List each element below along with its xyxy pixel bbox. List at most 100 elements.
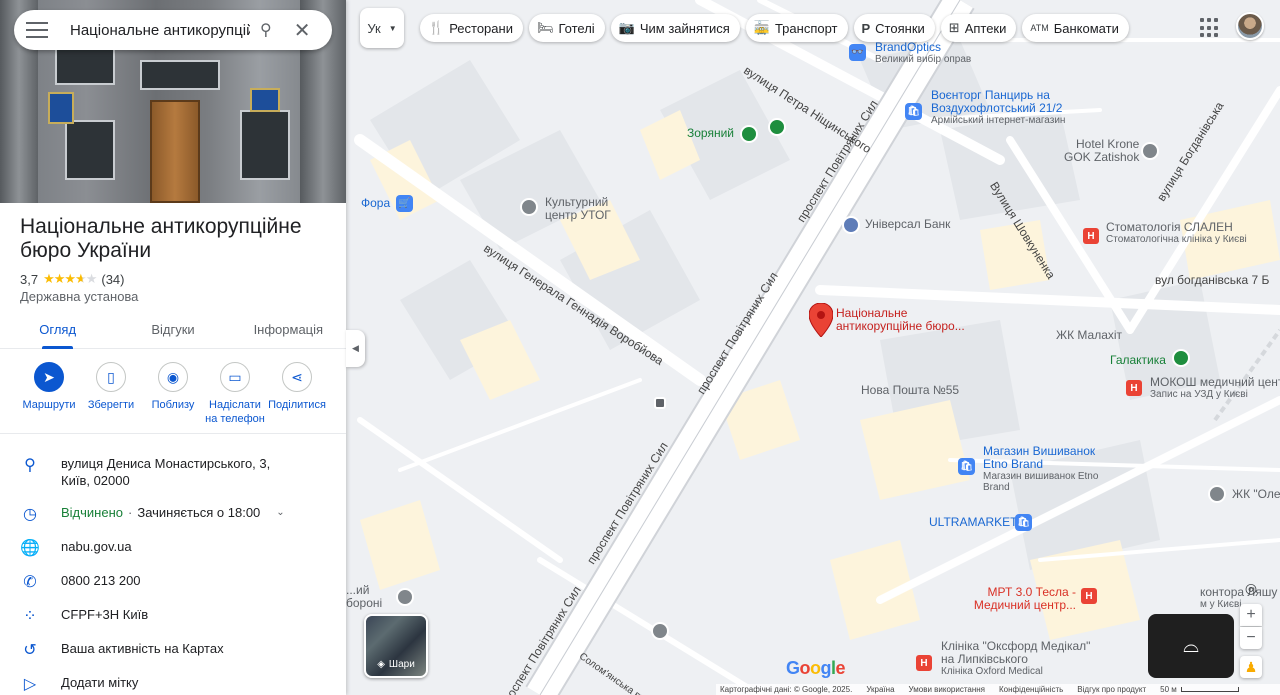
nearby-button[interactable]: ◉ Поблизу	[142, 362, 204, 426]
feedback-link[interactable]: Відгук про продукт	[1077, 685, 1146, 694]
chevron-left-icon: ◀	[352, 343, 359, 353]
menu-icon[interactable]	[26, 22, 48, 38]
google-apps-icon[interactable]	[1200, 18, 1220, 38]
poi-hotel-krone[interactable]: Hotel Krone GOK Zatishok	[1064, 138, 1139, 164]
rating-row[interactable]: 3,7 ★★★★★ (34)	[20, 271, 124, 287]
zoom-out-button[interactable]: −	[1240, 627, 1262, 649]
privacy-link[interactable]: Конфіденційність	[999, 685, 1063, 694]
hotel-pin-icon[interactable]	[1141, 142, 1159, 160]
chevron-down-icon[interactable]: ⌄	[276, 504, 284, 521]
address-row[interactable]: ⚲ вулиця Дениса Монастирського, 3, Київ,…	[20, 455, 330, 489]
chip-label: Готелі	[558, 20, 595, 36]
poi-sub: GOK Zatishok	[1064, 150, 1140, 164]
tab-reviews[interactable]: Відгуки	[115, 312, 230, 348]
account-avatar[interactable]	[1236, 12, 1264, 40]
pegman-button[interactable]: ♟	[1240, 656, 1262, 678]
park-pin-icon[interactable]	[740, 125, 758, 143]
poi-malakhit[interactable]: ЖК Малахіт	[1056, 329, 1122, 342]
poi-pin-icon[interactable]	[651, 622, 669, 640]
poi-name: МОКОШ медичний цент	[1150, 375, 1280, 389]
shop-pin-icon[interactable]: 🛍	[958, 458, 975, 475]
website-row[interactable]: 🌐 nabu.gov.ua	[20, 538, 330, 558]
poi-galaktyka[interactable]: Галактика	[1110, 354, 1166, 367]
add-label-row[interactable]: ▷ Додати мітку	[20, 674, 330, 694]
poi-slalen[interactable]: Стоматологія СЛАЛЕН Стоматологічна клінік…	[1106, 221, 1247, 246]
selected-place-label[interactable]: Національне антикорупційне бюро...	[836, 307, 965, 333]
poi-mokosh[interactable]: МОКОШ медичний цент Запис на УЗД у Києві	[1150, 375, 1280, 401]
scale-bar[interactable]: 50 м	[1160, 685, 1239, 694]
building-window	[55, 45, 115, 85]
hotel-icon: 🛏	[536, 20, 554, 35]
directions-button[interactable]: ➤ Маршрути	[18, 362, 80, 426]
language-toggle-button[interactable]: Ук ▼	[360, 8, 404, 48]
plus-code-row[interactable]: ⁘ CFPF+3H Київ	[20, 606, 330, 626]
poi-oxford[interactable]: Клініка "Оксфорд Медікал" на Липківськог…	[941, 640, 1091, 678]
medical-pin-icon[interactable]: H	[1083, 228, 1099, 244]
hours-row[interactable]: ◷ Відчинено · Зачиняється о 18:00 ⌄	[20, 504, 330, 524]
park-pin-icon[interactable]	[768, 118, 786, 136]
chip-restaurants[interactable]: 🍴 Ресторани	[420, 14, 523, 42]
terms-link[interactable]: Умови використання	[909, 685, 985, 694]
share-button[interactable]: ⋖ Поділитися	[266, 362, 328, 426]
chip-pharmacies[interactable]: ⊞ Аптеки	[940, 14, 1017, 42]
scale-bar-line	[1180, 687, 1239, 692]
building-window	[140, 60, 220, 90]
poi-ultramarket[interactable]: ULTRAMARKET	[929, 516, 1017, 529]
poi-pin-icon[interactable]	[396, 588, 414, 606]
bank-pin-icon[interactable]	[842, 216, 860, 234]
close-icon[interactable]: ✕	[294, 18, 311, 43]
poi-zoryanyi[interactable]: Зоряний	[687, 127, 734, 140]
shop-pin-icon[interactable]: 🛍	[1015, 514, 1032, 531]
medical-pin-icon[interactable]: H	[1081, 588, 1097, 604]
poi-boronyi[interactable]: ...ий боронi	[346, 584, 382, 610]
park-pin-icon[interactable]	[1172, 349, 1190, 367]
poi-utog[interactable]: Культурний центр УТОГ	[545, 196, 617, 222]
street-view-preview[interactable]: ⌓	[1148, 614, 1234, 678]
phone-row[interactable]: ✆ 0800 213 200	[20, 572, 330, 592]
chip-hotels[interactable]: 🛏 Готелі	[528, 14, 605, 42]
poi-vyshyvanky[interactable]: Магазин Вишиванок Etno Brand Магазин виши…	[983, 445, 1103, 494]
save-button[interactable]: ▯ Зберегти	[80, 362, 142, 426]
layers-button[interactable]: ◈ Шари	[364, 614, 428, 678]
poi-lyashu[interactable]: контора Ляшу м у Києві	[1200, 586, 1277, 611]
activity-row[interactable]: ↺ Ваша активність на Картах	[20, 640, 330, 660]
collapse-panel-button[interactable]: ◀	[346, 330, 365, 367]
culture-pin-icon[interactable]	[520, 198, 538, 216]
store-pin-icon[interactable]: 🛒	[396, 195, 413, 212]
poi-universal-bank[interactable]: Універсал Банк	[865, 218, 950, 231]
poi-voentorg[interactable]: Воєнторг Панцирь на Воздухофлотський 21/…	[931, 88, 1071, 127]
phone-icon: ✆	[23, 574, 37, 591]
building-pin-icon[interactable]	[1208, 485, 1226, 503]
selected-place-marker-icon[interactable]	[809, 303, 833, 337]
chip-things-to-do[interactable]: 📷 Чим зайнятися	[610, 14, 740, 42]
medical-pin-icon[interactable]: H	[1126, 380, 1142, 396]
tab-about[interactable]: Інформація	[231, 312, 346, 348]
search-icon[interactable]: ⚲	[260, 20, 272, 40]
poi-sub: Стоматологічна клініка у Києві	[1106, 234, 1247, 245]
plus-code-text: CFPF+3H Київ	[61, 607, 149, 622]
tab-overview[interactable]: Огляд	[0, 312, 115, 349]
chip-parking[interactable]: P Стоянки	[853, 14, 935, 42]
poi-zhk-olen[interactable]: ЖК "Оле	[1232, 488, 1280, 501]
poi-nova-poshta[interactable]: Нова Пошта №55	[861, 384, 959, 397]
chip-transit[interactable]: 🚋 Транспорт	[745, 14, 848, 42]
hours-close: Зачиняється о 18:00	[137, 505, 261, 520]
my-location-icon: ◎	[1244, 579, 1258, 596]
poi-name: Воєнторг Панцирь на Воздухофлотський 21/…	[931, 88, 1063, 115]
medical-pin-icon[interactable]: H	[916, 655, 932, 671]
bus-stop-icon[interactable]	[654, 397, 666, 409]
poi-fora[interactable]: Фора	[361, 197, 390, 210]
country-link[interactable]: Україна	[866, 685, 894, 694]
chip-atms[interactable]: ATM Банкомати	[1022, 14, 1129, 42]
shop-pin-icon[interactable]: 🛍	[905, 103, 922, 120]
poi-mrt[interactable]: МРТ 3.0 Тесла - Медичний центр...	[966, 586, 1076, 612]
google-logo: Google	[786, 658, 846, 678]
place-category[interactable]: Державна установа	[20, 289, 138, 304]
my-location-button[interactable]: ◎	[1240, 577, 1262, 599]
reviews-count[interactable]: (34)	[101, 272, 124, 287]
action-label: Надіслати на телефон	[205, 399, 265, 425]
send-to-phone-button[interactable]: ▭ Надіслати на телефон	[204, 362, 266, 426]
zoom-in-button[interactable]: +	[1240, 604, 1262, 626]
search-input[interactable]	[70, 21, 250, 39]
poi-sub: Магазин вишиванок Etno Brand	[983, 471, 1099, 493]
